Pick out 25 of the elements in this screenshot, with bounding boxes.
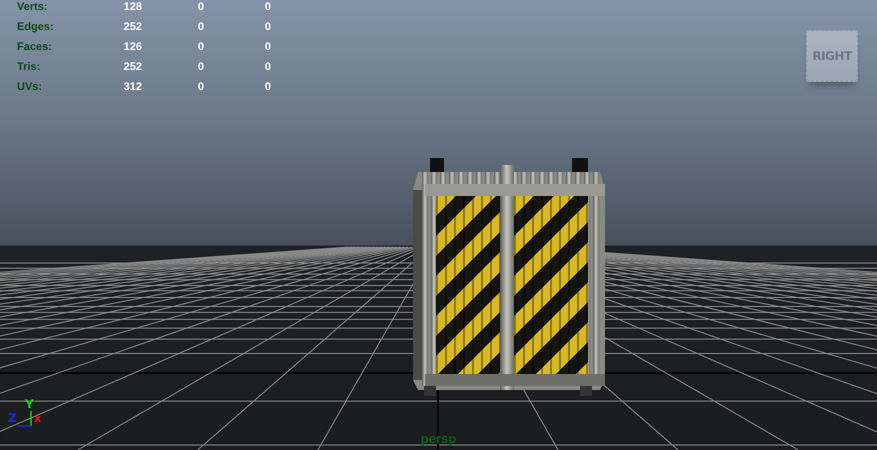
stat-value: 252	[124, 20, 142, 34]
axis-label: x	[34, 413, 42, 425]
stat-value: 0	[198, 80, 204, 94]
stat-value: 128	[124, 0, 142, 14]
stat-value: 0	[264, 80, 271, 94]
axis-lines-icon	[18, 411, 33, 427]
stat-value: 126	[124, 40, 142, 54]
axis-label: Y	[25, 398, 34, 410]
camera-name: persp	[420, 431, 456, 446]
stat-label: Verts:	[17, 0, 49, 14]
stat-label: Faces:	[17, 40, 53, 54]
stat-value: 0	[264, 20, 271, 34]
stat-value: 252	[124, 60, 142, 74]
stat-value: 0	[198, 0, 204, 14]
stat-label: UVs:	[17, 80, 44, 94]
stat-label: Tris:	[17, 60, 42, 74]
stat-label: Edges:	[17, 20, 55, 34]
stat-value: 0	[198, 60, 204, 74]
stat-value: 0	[198, 20, 204, 34]
stat-value: 312	[124, 80, 142, 94]
stat-value: 0	[264, 40, 271, 54]
axis-label: Z	[8, 412, 17, 424]
stat-value: 0	[264, 60, 271, 74]
stat-value: 0	[264, 0, 271, 14]
stat-value: 0	[198, 40, 204, 54]
